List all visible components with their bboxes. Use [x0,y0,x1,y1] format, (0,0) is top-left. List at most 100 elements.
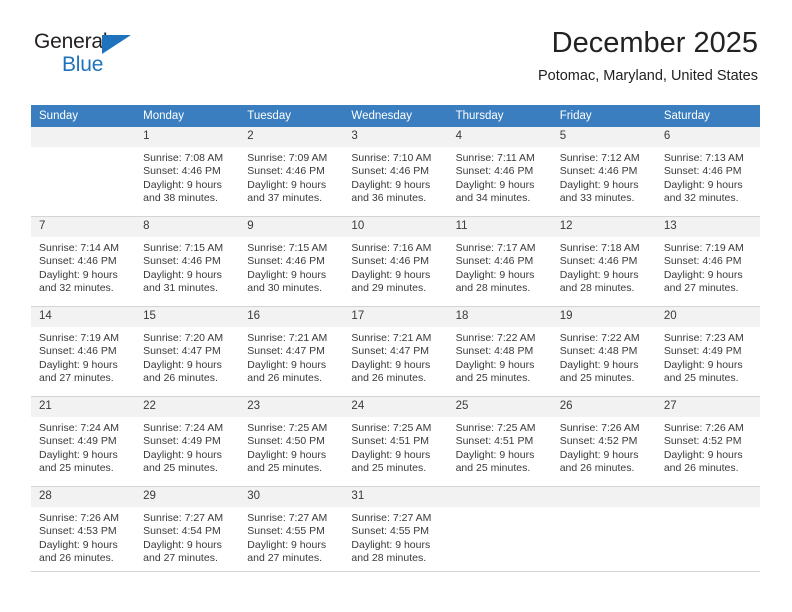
day-details: Sunrise: 7:24 AM Sunset: 4:49 PM Daylight:… [31,417,135,476]
sunset-time: Sunset: 4:46 PM [455,255,534,268]
sunrise-time: Sunrise: 7:21 AM [351,332,432,344]
day-number: 19 [551,307,656,327]
calendar-grid: Sunday Monday Tuesday Wednesday Thursday Frid… [31,105,760,576]
grid-bottom-rule [31,571,760,572]
day-cell[interactable]: 29 Sunrise: 7:27 AM Sunset: 4:54 PM Dayligh… [135,487,240,577]
sunrise-time: Sunrise: 7:22 AM [455,332,536,344]
day-cell[interactable]: 8 Sunrise: 7:15 AM Sunset: 4:46 PM Daylight… [135,217,240,307]
day-number [447,487,552,507]
day-cell[interactable]: 15 Sunrise: 7:20 AM Sunset: 4:47 PM Dayligh… [135,307,240,397]
day-cell[interactable]: 7 Sunrise: 7:14 AM Sunset: 4:46 PM Daylight… [31,217,136,307]
sunset-time: Sunset: 4:55 PM [247,525,325,538]
brand-name-blue: Blue [62,53,104,76]
day-cell[interactable]: 5 Sunrise: 7:12 AM Sunset: 4:46 PM Daylight… [551,127,656,217]
sunset-time: Sunset: 4:46 PM [455,165,534,178]
sunrise-time: Sunrise: 7:13 AM [663,152,744,164]
sunset-time: Sunset: 4:47 PM [143,345,221,358]
sunrise-time: Sunrise: 7:25 AM [455,422,536,434]
day-details: Sunrise: 7:22 AM Sunset: 4:48 PM Daylight:… [552,327,656,386]
day-number: 11 [447,217,552,237]
daylight-duration-line2: and 31 minutes. [143,282,218,295]
day-cell[interactable]: 11 Sunrise: 7:17 AM Sunset: 4:46 PM Dayligh… [447,217,552,307]
day-cell[interactable]: 10 Sunrise: 7:16 AM Sunset: 4:46 PM Dayligh… [343,217,448,307]
day-number: 15 [135,307,240,327]
day-details: Sunrise: 7:08 AM Sunset: 4:46 PM Daylight:… [135,147,239,206]
day-cell[interactable]: 19 Sunrise: 7:22 AM Sunset: 4:48 PM Dayligh… [551,307,656,397]
day-cell[interactable]: 3 Sunrise: 7:10 AM Sunset: 4:46 PM Daylight… [343,127,448,217]
day-number [31,127,136,147]
day-cell[interactable]: 28 Sunrise: 7:26 AM Sunset: 4:53 PM Dayligh… [31,487,136,577]
brand-name-general: General [34,30,108,53]
calendar-week-row: 14 Sunrise: 7:19 AM Sunset: 4:46 PM Dayligh… [31,306,760,397]
daylight-duration-line1: Daylight: 9 hours [247,358,327,371]
sunrise-time: Sunrise: 7:25 AM [247,422,328,434]
day-cell[interactable]: 25 Sunrise: 7:25 AM Sunset: 4:51 PM Dayligh… [447,397,552,487]
day-cell[interactable]: 22 Sunrise: 7:24 AM Sunset: 4:49 PM Dayligh… [135,397,240,487]
day-cell[interactable]: 12 Sunrise: 7:18 AM Sunset: 4:46 PM Dayligh… [551,217,656,307]
day-cell[interactable]: 9 Sunrise: 7:15 AM Sunset: 4:46 PM Daylight… [239,217,344,307]
sunrise-time: Sunrise: 7:09 AM [247,152,328,164]
sunrise-time: Sunrise: 7:08 AM [143,152,224,164]
daylight-duration-line2: and 25 minutes. [559,372,635,385]
daylight-duration-line1: Daylight: 9 hours [663,358,743,371]
day-number: 26 [551,397,656,417]
daylight-duration-line1: Daylight: 9 hours [143,268,222,281]
day-cell[interactable]: 16 Sunrise: 7:21 AM Sunset: 4:47 PM Dayligh… [239,307,344,397]
sunset-time: Sunset: 4:49 PM [39,435,117,448]
day-cell[interactable]: 17 Sunrise: 7:21 AM Sunset: 4:47 PM Dayligh… [343,307,448,397]
daylight-duration-line1: Daylight: 9 hours [351,358,431,371]
day-number: 30 [239,487,344,507]
day-details: Sunrise: 7:20 AM Sunset: 4:47 PM Daylight:… [135,327,239,386]
sunset-time: Sunset: 4:48 PM [455,345,534,358]
sunset-time: Sunset: 4:46 PM [143,165,221,178]
sunset-time: Sunset: 4:55 PM [351,525,430,538]
sunset-time: Sunset: 4:54 PM [143,525,221,538]
sunrise-time: Sunrise: 7:22 AM [559,332,640,344]
day-details: Sunrise: 7:16 AM Sunset: 4:46 PM Daylight:… [343,237,447,296]
daylight-duration-line1: Daylight: 9 hours [455,358,535,371]
sunrise-time: Sunrise: 7:23 AM [663,332,744,344]
day-details: Sunrise: 7:15 AM Sunset: 4:46 PM Daylight:… [135,237,239,296]
daylight-duration-line1: Daylight: 9 hours [559,448,639,461]
day-number: 6 [655,127,760,147]
day-cell[interactable]: 27 Sunrise: 7:26 AM Sunset: 4:52 PM Dayligh… [655,397,760,487]
day-cell[interactable]: 14 Sunrise: 7:19 AM Sunset: 4:46 PM Dayligh… [31,307,136,397]
day-cell[interactable]: 2 Sunrise: 7:09 AM Sunset: 4:46 PM Daylight… [239,127,344,217]
daylight-duration-line1: Daylight: 9 hours [663,268,743,281]
daylight-duration-line2: and 28 minutes. [351,552,427,565]
daylight-duration-line2: and 27 minutes. [39,372,114,385]
day-cell[interactable]: 26 Sunrise: 7:26 AM Sunset: 4:52 PM Dayligh… [551,397,656,487]
day-cell[interactable]: 21 Sunrise: 7:24 AM Sunset: 4:49 PM Dayligh… [31,397,136,487]
daylight-duration-line2: and 26 minutes. [663,462,739,475]
sunrise-time: Sunrise: 7:12 AM [559,152,640,164]
daylight-duration-line1: Daylight: 9 hours [143,358,222,371]
brand-logo[interactable]: General Blue [34,30,154,80]
day-cell[interactable]: 18 Sunrise: 7:22 AM Sunset: 4:48 PM Dayligh… [447,307,552,397]
sunset-time: Sunset: 4:51 PM [455,435,534,448]
day-details: Sunrise: 7:25 AM Sunset: 4:51 PM Daylight:… [343,417,447,476]
day-cell[interactable]: 4 Sunrise: 7:11 AM Sunset: 4:46 PM Daylight… [447,127,552,217]
day-cell[interactable]: 6 Sunrise: 7:13 AM Sunset: 4:46 PM Daylight… [655,127,760,217]
daylight-duration-line2: and 25 minutes. [143,462,218,475]
daylight-duration-line1: Daylight: 9 hours [351,538,431,551]
day-details: Sunrise: 7:17 AM Sunset: 4:46 PM Daylight:… [448,237,552,296]
day-cell[interactable]: 31 Sunrise: 7:27 AM Sunset: 4:55 PM Dayligh… [343,487,448,577]
day-cell[interactable]: 13 Sunrise: 7:19 AM Sunset: 4:46 PM Dayligh… [655,217,760,307]
sunset-time: Sunset: 4:49 PM [143,435,221,448]
triangle-icon [102,35,131,54]
day-cell[interactable]: 1 Sunrise: 7:08 AM Sunset: 4:46 PM Daylight… [135,127,240,217]
day-cell[interactable]: 23 Sunrise: 7:25 AM Sunset: 4:50 PM Dayligh… [239,397,344,487]
day-number: 16 [239,307,344,327]
sunrise-time: Sunrise: 7:25 AM [351,422,432,434]
day-number: 14 [31,307,136,327]
day-details: Sunrise: 7:14 AM Sunset: 4:46 PM Daylight:… [31,237,135,296]
weekday-header-tuesday: Tuesday [239,105,344,127]
day-cell[interactable]: 20 Sunrise: 7:23 AM Sunset: 4:49 PM Dayligh… [655,307,760,397]
daylight-duration-line1: Daylight: 9 hours [143,448,222,461]
day-number: 2 [239,127,344,147]
day-cell[interactable]: 30 Sunrise: 7:27 AM Sunset: 4:55 PM Dayligh… [239,487,344,577]
day-cell[interactable]: 24 Sunrise: 7:25 AM Sunset: 4:51 PM Dayligh… [343,397,448,487]
weekday-header-sunday: Sunday [31,105,136,127]
page-header: General Blue December 2025 Potomac, Mary… [0,0,792,84]
day-number: 5 [551,127,656,147]
